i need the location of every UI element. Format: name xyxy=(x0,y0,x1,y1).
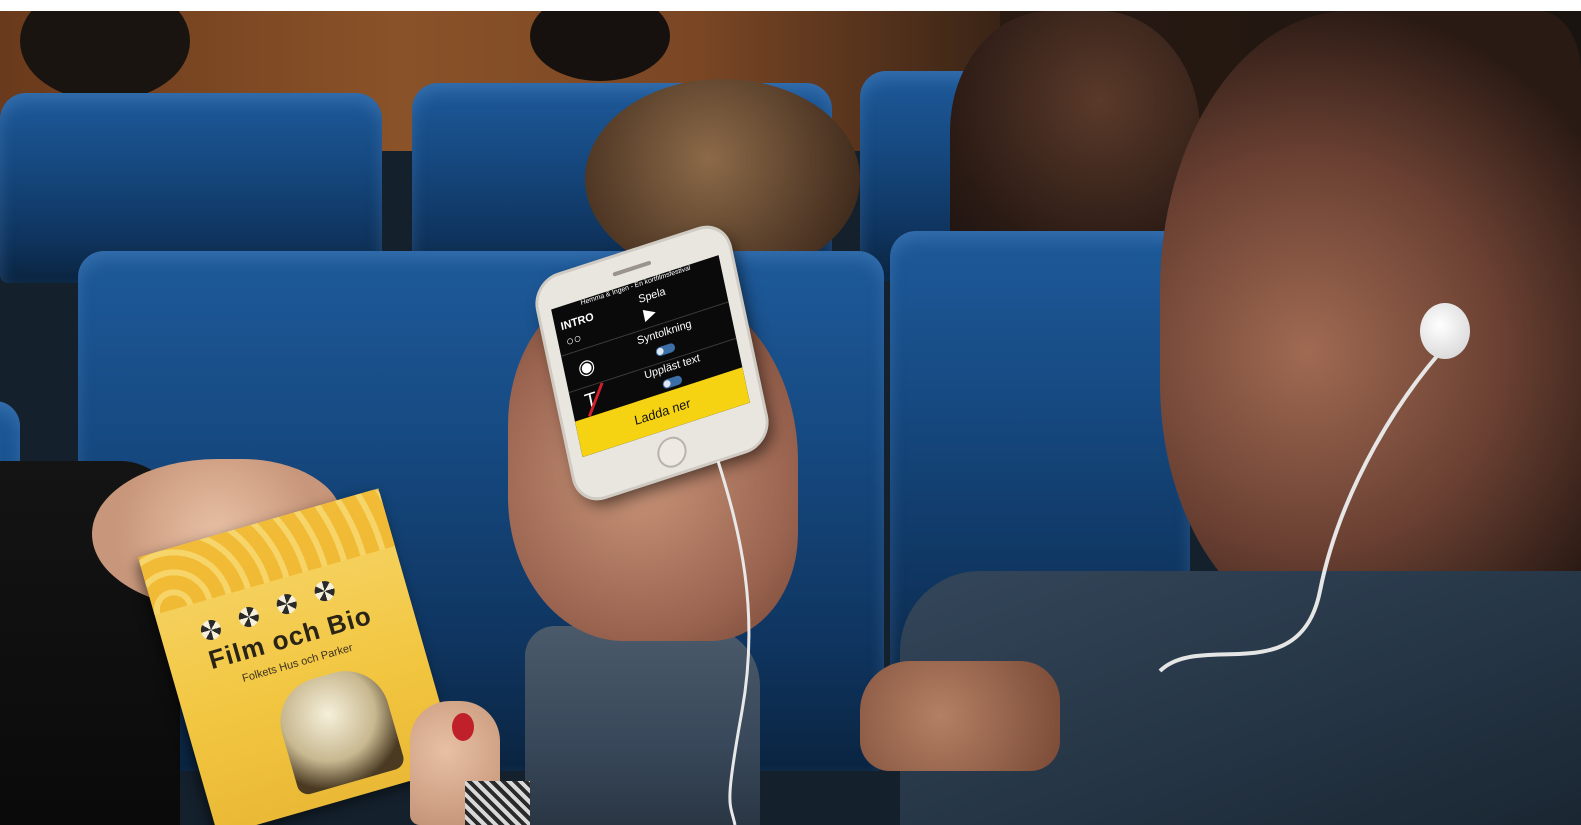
red-fingernail xyxy=(452,713,474,741)
earbud xyxy=(1420,303,1470,359)
movie-star-illustration xyxy=(270,660,407,797)
pinwheel-decoration-2 xyxy=(236,604,262,630)
cinema-photo: Hemma & Ingen - En kortfilmsfestival INT… xyxy=(0,11,1581,825)
pinwheel-decoration-3 xyxy=(274,591,300,617)
pinwheel-decoration-1 xyxy=(198,617,224,643)
pinwheel-decoration-4 xyxy=(312,578,338,604)
houndstooth-pants xyxy=(465,781,530,825)
